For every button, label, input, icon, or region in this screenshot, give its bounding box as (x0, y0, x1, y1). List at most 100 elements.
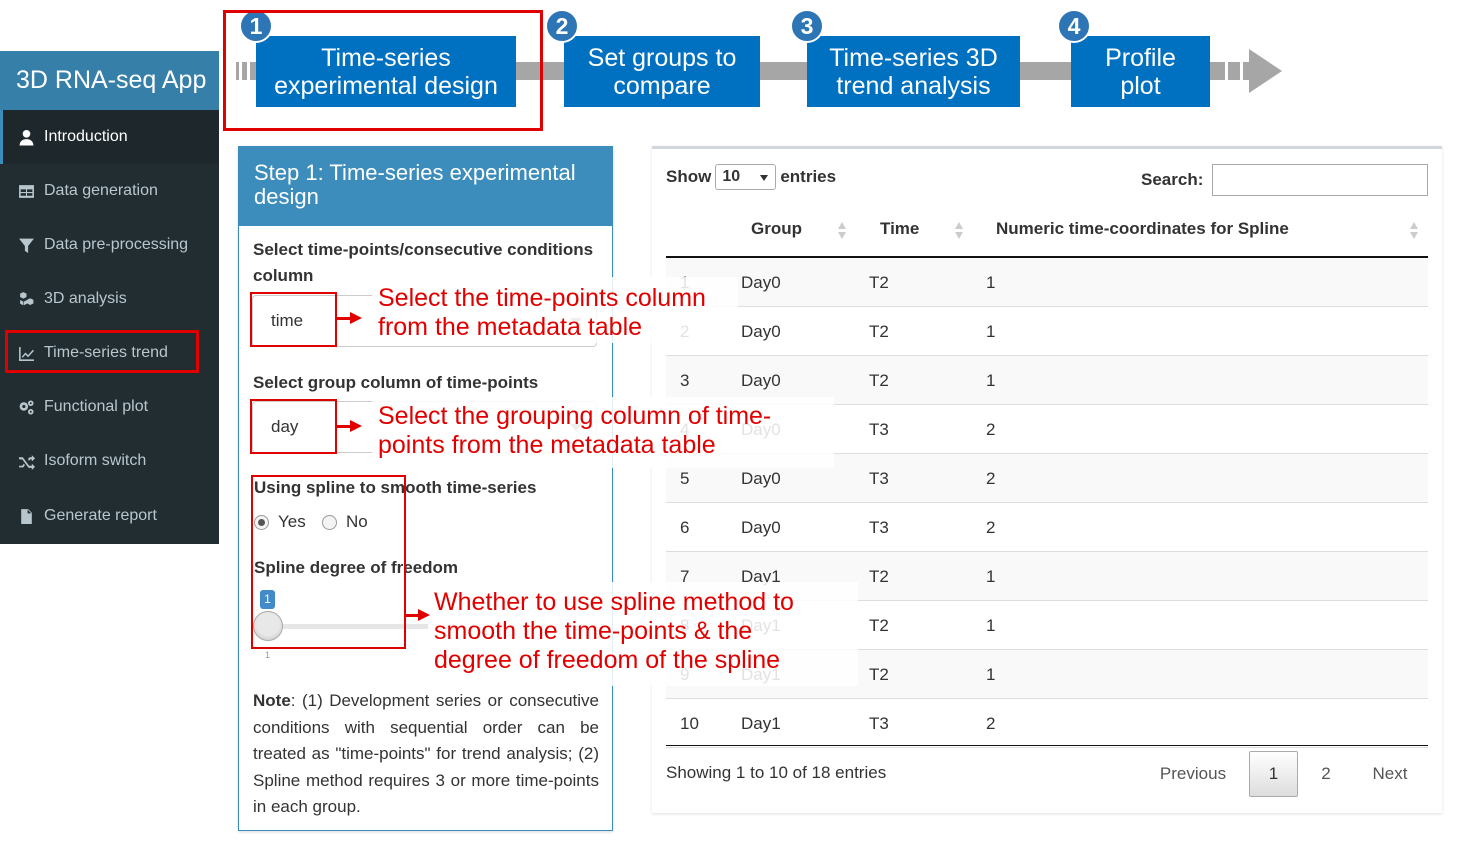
annotation-arrow (337, 425, 351, 428)
cell-spline-coordinate: 2 (986, 469, 996, 488)
cell-spline-coordinate: 1 (986, 322, 996, 341)
entries-length-control: Show 10 entries (666, 164, 836, 190)
row-index: 6 (680, 518, 690, 537)
cell-time: T2 (869, 371, 889, 390)
annotation-timepoint: Select the time-points column from the m… (378, 284, 706, 342)
annotation-arrow-head (350, 420, 362, 432)
pagination-next[interactable]: Next (1360, 751, 1420, 797)
annotation-arrow-head (418, 609, 430, 621)
sidebar-item-introduction[interactable]: Introduction (0, 110, 219, 164)
show-label: Show (666, 167, 712, 186)
step-3-line1: Time-series 3D (829, 43, 998, 72)
cell-spline-coordinate: 1 (986, 371, 996, 390)
search-label: Search: (1141, 170, 1204, 189)
highlight-timepoint-select (250, 292, 337, 347)
highlight-time-series-trend (5, 330, 199, 373)
step-3-box[interactable]: Time-series 3D trend analysis (807, 36, 1020, 107)
cell-group: Day0 (741, 518, 781, 537)
step-2-number: 2 (545, 9, 579, 43)
note-text: Note: (1) Development series or consecut… (253, 688, 599, 821)
cell-time: T3 (869, 518, 889, 537)
sort-icon[interactable] (955, 222, 963, 240)
cell-spline-coordinate: 1 (986, 567, 996, 586)
sidebar-item-label: Data pre-processing (44, 236, 189, 253)
entries-value: 10 (722, 168, 741, 185)
search-input[interactable] (1212, 164, 1428, 196)
sidebar-item-functional-plot[interactable]: Functional plot (0, 380, 219, 434)
annotation-spline: Whether to use spline method to smooth t… (434, 588, 794, 675)
cell-time: T2 (869, 273, 889, 292)
sidebar-item-generate-report[interactable]: Generate report (0, 489, 219, 543)
annotation-group-line2: points from the metadata table (378, 431, 716, 459)
sidebar-item-label: Data generation (44, 182, 158, 199)
row-index: 10 (680, 714, 699, 733)
cell-time: T2 (869, 616, 889, 635)
cell-time: T3 (869, 469, 889, 488)
cell-spline-coordinate: 1 (986, 665, 996, 684)
track-arrow-head (1249, 49, 1282, 93)
cubes-icon (15, 290, 37, 308)
cell-group: Day0 (741, 469, 781, 488)
track-gap (1240, 62, 1243, 80)
cell-spline-coordinate: 1 (986, 273, 996, 292)
sidebar-item-3d-analysis[interactable]: 3D analysis (0, 272, 219, 326)
cell-time: T3 (869, 420, 889, 439)
annotation-spline-line3: degree of freedom of the spline (434, 646, 781, 674)
annotation-arrow (337, 317, 351, 320)
table-row[interactable]: 2Day0T21 (666, 307, 1428, 356)
annotation-arrow-head (350, 312, 362, 324)
panel-title: Step 1: Time-series experimental design (239, 147, 612, 226)
step-3-number: 3 (790, 9, 824, 43)
sidebar-item-data-generation[interactable]: Data generation (0, 164, 219, 218)
app-title[interactable]: 3D RNA-seq App (0, 51, 219, 110)
table-row[interactable]: 6 Day0 T3 2 (666, 503, 1428, 552)
cell-group: Day0 (741, 273, 781, 292)
sort-icon[interactable] (838, 222, 846, 240)
cell-group: Day0 (741, 371, 781, 390)
cell-spline-coordinate: 2 (986, 420, 996, 439)
user-icon (15, 128, 37, 146)
sidebar-item-label: Functional plot (44, 398, 149, 415)
sidebar-item-data-preprocessing[interactable]: Data pre-processing (0, 218, 219, 272)
cell-time: T2 (869, 665, 889, 684)
step-4-line2: plot (1120, 71, 1161, 100)
row-index: 3 (680, 371, 690, 390)
highlight-spline-options (251, 475, 406, 649)
step-3-line2: trend analysis (836, 71, 991, 100)
step-2-box[interactable]: Set groups to compare (564, 36, 760, 107)
step-4-line1: Profile (1105, 43, 1176, 72)
pagination-previous[interactable]: Previous (1150, 751, 1236, 797)
step-4-box[interactable]: Profile plot (1071, 36, 1210, 107)
pagination-page-2[interactable]: 2 (1306, 751, 1346, 797)
file-icon (15, 507, 37, 525)
pagination-page-1[interactable]: 1 (1249, 751, 1298, 797)
table-row[interactable]: 1Day0T21 (666, 258, 1428, 307)
entries-select[interactable]: 10 (715, 164, 777, 190)
note-body: : (1) Development series or consecutive … (253, 691, 599, 816)
column-header-group[interactable]: Group (751, 219, 802, 239)
annotation-timepoint-line1: Select the time-points column (378, 284, 706, 312)
column-header-spline-coordinates[interactable]: Numeric time-coordinates for Spline (996, 219, 1289, 239)
sidebar-item-isoform-switch[interactable]: Isoform switch (0, 434, 219, 488)
track-gap (1225, 62, 1228, 80)
annotation-spline-line2: smooth the time-points & the (434, 617, 753, 645)
filter-icon (15, 236, 37, 254)
cell-spline-coordinate: 1 (986, 616, 996, 635)
annotation-spline-line1: Whether to use spline method to (434, 588, 794, 616)
highlight-step-1 (223, 10, 543, 131)
sidebar-item-label: Introduction (44, 128, 128, 145)
table-icon (15, 182, 37, 200)
cell-group: Day0 (741, 322, 781, 341)
df-slider-min: 1 (265, 650, 271, 660)
step-4-number: 4 (1057, 9, 1091, 43)
column-header-time[interactable]: Time (880, 219, 919, 239)
cell-group: Day1 (741, 714, 781, 733)
sidebar-item-label: Isoform switch (44, 452, 147, 469)
table-row[interactable]: 10 Day1 T3 2 (666, 699, 1428, 748)
table-bottom-divider (666, 745, 1428, 746)
cell-time: T3 (869, 714, 889, 733)
step-2-line1: Set groups to (587, 43, 737, 72)
sort-icon[interactable] (1410, 222, 1418, 240)
annotation-group-line1: Select the grouping column of time- (378, 402, 772, 430)
cell-spline-coordinate: 2 (986, 714, 996, 733)
